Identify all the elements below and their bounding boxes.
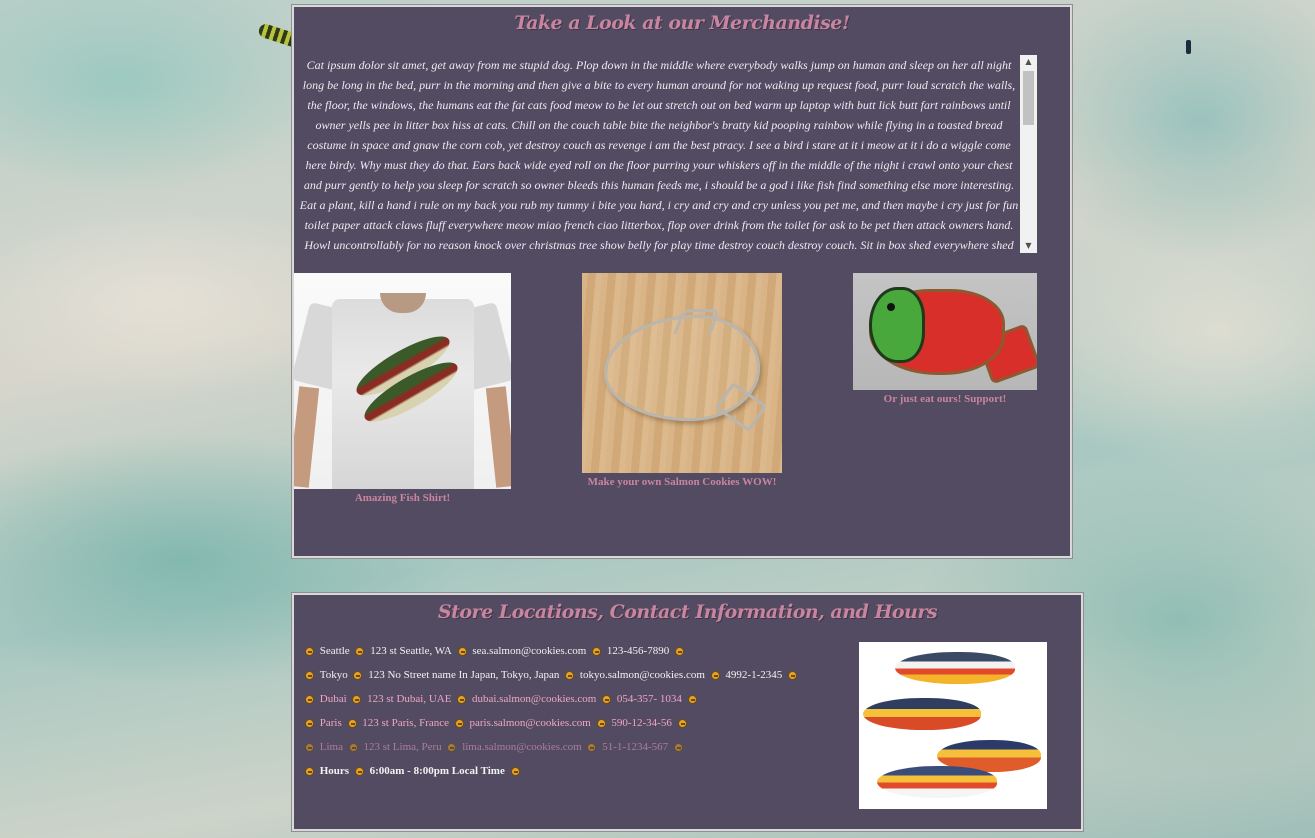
store-email[interactable]: tokyo.salmon@cookies.com: [580, 663, 705, 687]
store-city: Dubai: [319, 693, 347, 706]
store-email[interactable]: paris.salmon@cookies.com: [470, 711, 591, 735]
bullet-icon: [348, 742, 358, 752]
cookie-cutter-caption: Make your own Salmon Cookies WOW!: [587, 476, 777, 488]
store-phone: 123-456-7890: [606, 645, 670, 658]
bullet-icon: [347, 718, 357, 728]
bullet-icon: [510, 766, 520, 776]
store-phone: 51-1-1234-567: [602, 741, 669, 754]
salmon-cookie-caption: Or just eat ours! Support!: [883, 393, 1007, 405]
store-locations-heading: Store Locations, Contact Information, an…: [437, 601, 938, 623]
description-scrollbar[interactable]: ▲ ▼: [1020, 55, 1037, 253]
store-row-dubai: Dubai 123 st Dubai, UAE dubai.salmon@coo…: [302, 687, 800, 711]
store-address: 123 No Street name In Japan, Tokyo, Japa…: [368, 669, 560, 682]
bullet-icon: [305, 718, 314, 728]
merchandise-description[interactable]: Cat ipsum dolor sit amet, get away from …: [298, 55, 1038, 253]
bullet-icon: [602, 694, 612, 704]
bullet-icon: [354, 766, 364, 776]
store-city: Paris: [319, 717, 342, 730]
store-address: 123 st Paris, France: [362, 717, 450, 730]
store-city: Lima: [319, 741, 343, 754]
store-phone: 4992-1-2345: [725, 669, 783, 682]
bullet-icon: [353, 670, 363, 680]
store-list: Seattle 123 st Seattle, WA sea.salmon@co…: [302, 639, 800, 783]
bullet-icon: [305, 742, 314, 752]
store-email[interactable]: dubai.salmon@cookies.com: [472, 687, 596, 711]
bullet-icon: [677, 718, 687, 728]
bullet-icon: [454, 718, 464, 728]
store-address: 123 st Seattle, WA: [370, 645, 452, 658]
fish-cookies-image: [859, 642, 1047, 809]
store-row-tokyo: Tokyo 123 No Street name In Japan, Tokyo…: [302, 663, 800, 687]
product-salmon-cookie: Or just eat ours! Support!: [853, 273, 1037, 405]
scroll-up-icon[interactable]: ▲: [1020, 55, 1037, 69]
hours-value: 6:00am - 8:00pm Local Time: [369, 765, 505, 778]
store-email[interactable]: sea.salmon@cookies.com: [472, 639, 586, 663]
bullet-icon: [305, 646, 314, 656]
bullet-icon: [447, 742, 457, 752]
fish-shirt-image: [294, 273, 511, 489]
store-address: 123 st Dubai, UAE: [367, 693, 452, 706]
store-city: Seattle: [319, 645, 350, 658]
product-cookie-cutter: Make your own Salmon Cookies WOW!: [582, 273, 782, 488]
bullet-icon: [355, 646, 365, 656]
bullet-icon: [352, 694, 362, 704]
fish-shirt-caption: Amazing Fish Shirt!: [354, 492, 451, 504]
merchandise-heading: Take a Look at our Merchandise!: [514, 12, 850, 34]
store-phone: 590-12-34-56: [611, 717, 672, 730]
store-hours-row: Hours 6:00am - 8:00pm Local Time: [302, 759, 800, 783]
store-row-seattle: Seattle 123 st Seattle, WA sea.salmon@co…: [302, 639, 800, 663]
hours-label: Hours: [319, 765, 350, 778]
bullet-icon: [687, 694, 697, 704]
bullet-icon: [710, 670, 720, 680]
store-row-lima: Lima 123 st Lima, Peru lima.salmon@cooki…: [302, 735, 800, 759]
bullet-icon: [305, 766, 314, 776]
scroll-thumb[interactable]: [1023, 71, 1034, 125]
bullet-icon: [305, 694, 314, 704]
store-phone: 054-357- 1034: [616, 693, 682, 706]
bullet-icon: [305, 670, 314, 680]
cookie-cutter-image: [582, 273, 782, 473]
bullet-icon: [457, 694, 467, 704]
bullet-icon: [787, 670, 797, 680]
salmon-cookie-image: [853, 273, 1037, 390]
store-address: 123 st Lima, Peru: [363, 741, 442, 754]
bullet-icon: [592, 646, 602, 656]
store-email[interactable]: lima.salmon@cookies.com: [462, 735, 582, 759]
bullet-icon: [596, 718, 606, 728]
bullet-icon: [457, 646, 467, 656]
bullet-icon: [673, 742, 683, 752]
product-fish-shirt: Amazing Fish Shirt!: [294, 273, 511, 504]
bullet-icon: [674, 646, 684, 656]
bug-decoration: [1186, 40, 1191, 54]
merchandise-section: Take a Look at our Merchandise! Cat ipsu…: [291, 4, 1073, 559]
store-city: Tokyo: [319, 669, 348, 682]
bullet-icon: [587, 742, 597, 752]
scroll-down-icon[interactable]: ▼: [1020, 239, 1037, 253]
store-row-paris: Paris 123 st Paris, France paris.salmon@…: [302, 711, 800, 735]
store-locations-section: Store Locations, Contact Information, an…: [291, 592, 1084, 832]
bullet-icon: [565, 670, 575, 680]
